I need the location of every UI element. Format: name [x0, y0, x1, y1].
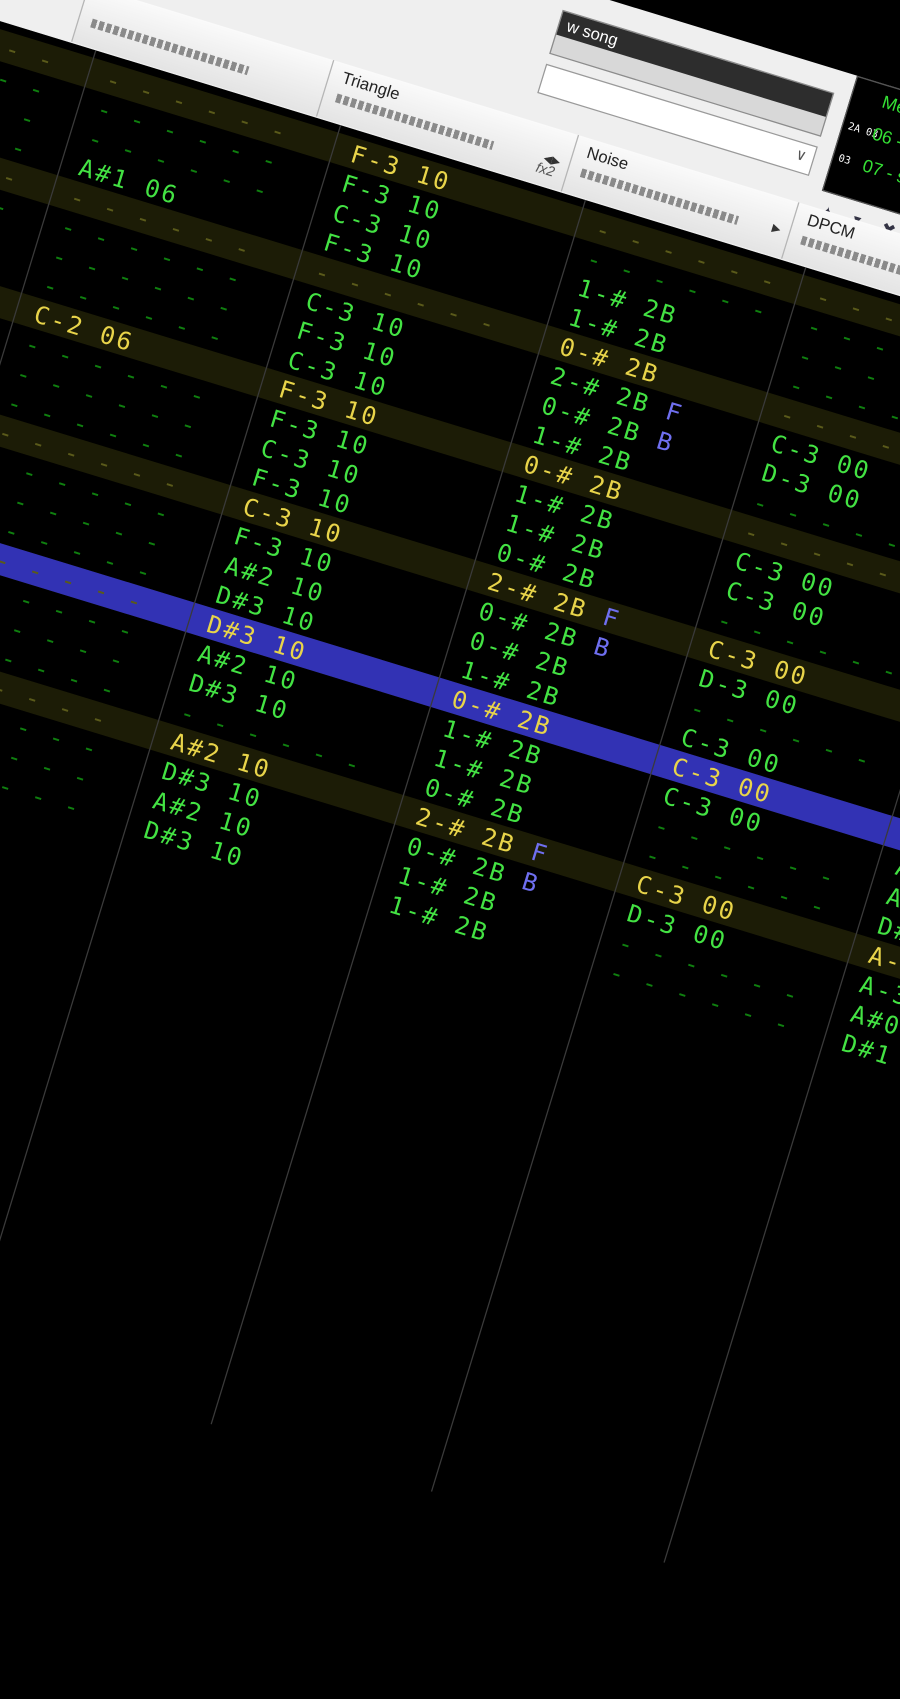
chevron-down-icon: ∨ — [794, 145, 809, 165]
tracker-window: w song ∨ MedSoftDum 2A 0306 - 2a03Swell … — [0, 0, 900, 1699]
pattern-editor[interactable]: - - - - - -- - - - - -F-3 10- - - - - --… — [0, 0, 900, 1699]
effect-arrows-icon[interactable]: ▶ — [770, 219, 783, 237]
